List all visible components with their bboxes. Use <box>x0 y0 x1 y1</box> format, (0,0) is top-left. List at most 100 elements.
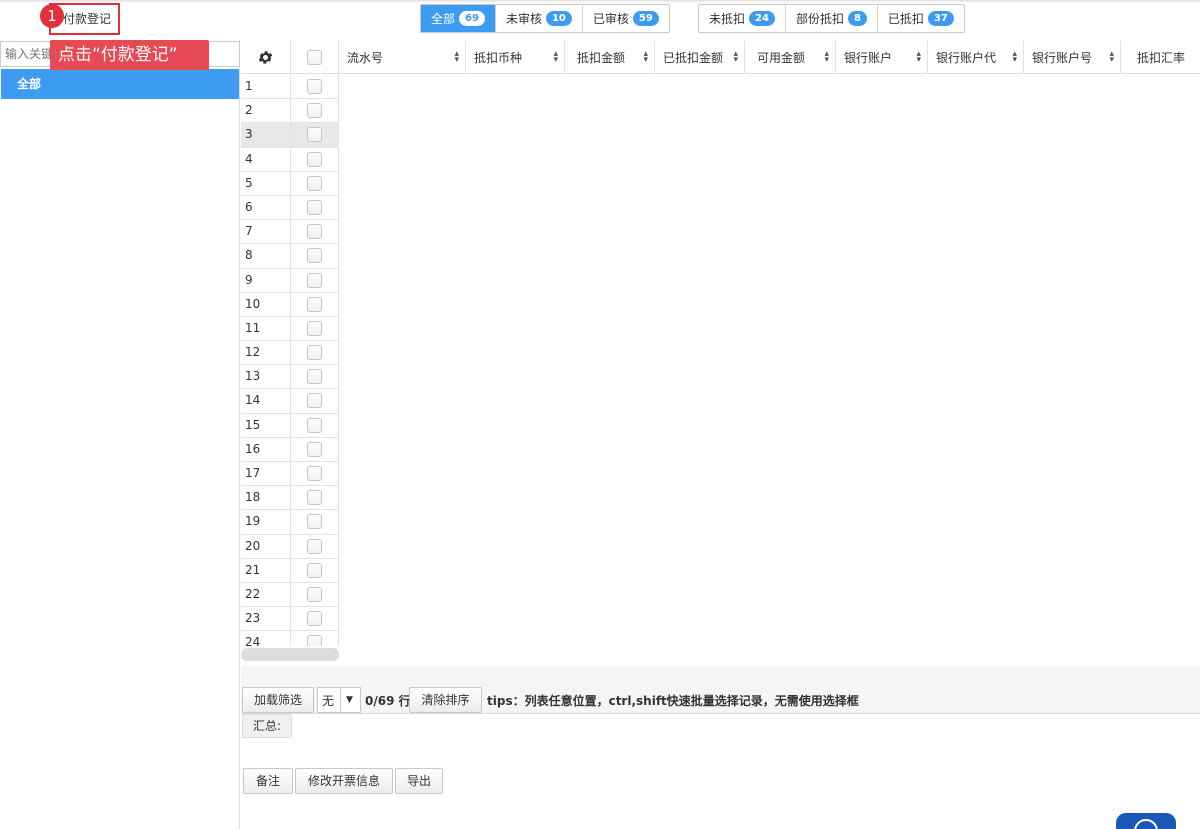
column-serial-no[interactable]: 流水号 ▴ ▾ <box>339 41 466 74</box>
column-deduct-rate[interactable]: 抵扣汇率 <box>1121 41 1200 74</box>
column-label: 银行账户号 <box>1032 51 1093 65</box>
table-row[interactable]: 3 <box>241 123 339 148</box>
row-checkbox[interactable] <box>307 103 322 119</box>
edit-invoice-button[interactable]: 修改开票信息 <box>295 768 393 794</box>
sort-icon: ▴ ▾ <box>454 49 459 65</box>
step-badge: 1 <box>40 4 64 28</box>
table-row[interactable]: 9 <box>241 268 339 293</box>
sort-icon: ▴ ▾ <box>1109 49 1114 65</box>
tree-item-all[interactable]: 全部 <box>1 69 239 99</box>
row-checkbox[interactable] <box>307 320 322 336</box>
remark-button[interactable]: 备注 <box>243 768 293 794</box>
table-row[interactable]: 12 <box>241 341 339 366</box>
gear-icon[interactable] <box>241 41 291 74</box>
column-label: 抵扣汇率 <box>1137 51 1186 65</box>
row-checkbox[interactable] <box>307 611 322 627</box>
sort-icon: ▴ ▾ <box>1012 49 1017 65</box>
row-checkbox[interactable] <box>307 586 322 602</box>
export-button[interactable]: 导出 <box>395 768 443 794</box>
filter-deducted[interactable]: 已抵扣 37 <box>878 5 964 32</box>
column-label: 流水号 <box>347 51 384 65</box>
row-checkbox[interactable] <box>307 345 322 361</box>
table-row[interactable]: 17 <box>241 462 339 487</box>
table-row[interactable]: 16 <box>241 437 339 462</box>
row-number: 13 <box>245 365 291 389</box>
row-number: 14 <box>245 389 291 413</box>
column-deduct-amount[interactable]: 抵扣金额 ▴ ▾ <box>565 41 655 74</box>
row-checkbox[interactable] <box>307 248 322 264</box>
row-number: 21 <box>245 558 291 582</box>
row-checkbox[interactable] <box>307 393 322 409</box>
clear-sort-button[interactable]: 清除排序 <box>409 687 482 713</box>
column-deducted-amount[interactable]: 已抵扣金额 ▴ ▾ <box>655 41 745 74</box>
table-row[interactable]: 7 <box>241 220 339 245</box>
row-checkbox[interactable] <box>307 417 322 433</box>
row-checkbox[interactable] <box>307 272 322 288</box>
row-checkbox[interactable] <box>307 635 322 646</box>
grid-header: 流水号 ▴ ▾ 抵扣币种 ▴ ▾ 抵扣金额 ▴ ▾ 已抵扣金额 ▴ ▾ 可用金额 ▴ ▾ … <box>241 41 1200 74</box>
table-row[interactable]: 15 <box>241 413 339 438</box>
row-checkbox[interactable] <box>307 490 322 506</box>
table-row[interactable]: 13 <box>241 365 339 390</box>
row-number: 23 <box>245 607 291 631</box>
column-bank-account-no[interactable]: 银行账户号 ▴ ▾ <box>1024 41 1121 74</box>
table-row[interactable]: 8 <box>241 244 339 269</box>
row-checkbox[interactable] <box>307 199 322 215</box>
filter-partially-deducted[interactable]: 部份抵扣 8 <box>786 5 878 32</box>
table-row[interactable]: 5 <box>241 171 339 196</box>
table-row[interactable]: 6 <box>241 195 339 221</box>
table-row[interactable]: 20 <box>241 534 339 559</box>
table-row[interactable]: 10 <box>241 292 339 317</box>
row-number: 15 <box>245 413 291 437</box>
table-row[interactable]: 11 <box>241 316 339 342</box>
row-number: 3 <box>245 123 291 147</box>
column-label: 已抵扣金额 <box>663 51 724 65</box>
row-checkbox[interactable] <box>307 151 322 167</box>
column-deduct-currency[interactable]: 抵扣币种 ▴ ▾ <box>466 41 565 74</box>
select-all-checkbox[interactable] <box>307 50 322 65</box>
table-row[interactable]: 1 <box>241 75 339 100</box>
tips-text: tips：列表任意位置，ctrl,shift快速批量选择记录，无需使用选择框 <box>487 694 859 708</box>
filter-select[interactable]: 无 ▼ <box>317 687 361 713</box>
table-row[interactable]: 14 <box>241 389 339 414</box>
table-row[interactable]: 24 <box>241 631 339 646</box>
table-row[interactable]: 21 <box>241 558 339 583</box>
filter-count: 69 <box>459 11 485 26</box>
row-checkbox[interactable] <box>307 127 322 143</box>
filter-reviewed[interactable]: 已审核 59 <box>583 5 669 32</box>
filter-label: 全部 <box>431 12 456 26</box>
filter-all[interactable]: 全部 69 <box>421 5 496 32</box>
horizontal-scrollbar[interactable] <box>241 648 339 661</box>
row-checkbox[interactable] <box>307 369 322 385</box>
table-row[interactable]: 2 <box>241 99 339 124</box>
column-bank-account[interactable]: 银行账户 ▴ ▾ <box>836 41 928 74</box>
sort-icon: ▴ ▾ <box>553 49 558 65</box>
row-number: 22 <box>245 582 291 607</box>
table-row[interactable]: 4 <box>241 147 339 172</box>
table-row[interactable]: 19 <box>241 510 339 535</box>
help-icon <box>1134 819 1158 829</box>
row-checkbox[interactable] <box>307 514 322 530</box>
row-checkbox[interactable] <box>307 79 322 94</box>
column-available-amount[interactable]: 可用金额 ▴ ▾ <box>745 41 836 74</box>
table-row[interactable]: 23 <box>241 607 339 632</box>
table-row[interactable]: 22 <box>241 582 339 608</box>
filter-count: 59 <box>632 11 659 26</box>
summary-label: 汇总: <box>242 714 292 738</box>
help-button[interactable] <box>1116 813 1176 829</box>
row-checkbox[interactable] <box>307 538 322 554</box>
row-checkbox[interactable] <box>307 466 322 481</box>
filter-unreviewed[interactable]: 未审核 10 <box>496 5 583 32</box>
column-bank-account-code[interactable]: 银行账户代 ▴ ▾ <box>928 41 1024 74</box>
filter-label: 已审核 <box>592 12 629 26</box>
table-row[interactable]: 18 <box>241 486 339 511</box>
filter-not-deducted[interactable]: 未抵扣 24 <box>699 5 786 32</box>
load-filter-button[interactable]: 加载筛选 <box>242 687 314 713</box>
row-checkbox[interactable] <box>307 296 322 312</box>
row-checkbox[interactable] <box>307 562 322 578</box>
row-checkbox[interactable] <box>307 224 322 240</box>
row-number: 9 <box>245 268 291 292</box>
row-number: 8 <box>245 244 291 268</box>
row-checkbox[interactable] <box>307 441 322 457</box>
row-checkbox[interactable] <box>307 175 322 191</box>
